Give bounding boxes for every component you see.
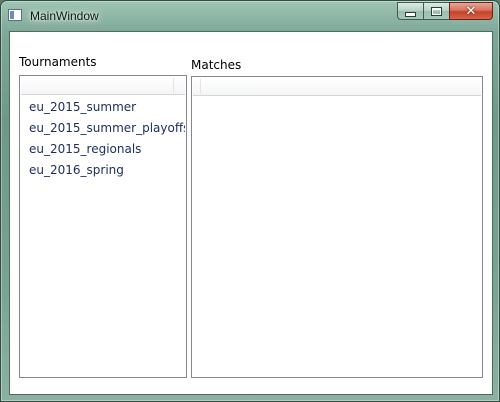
list-item[interactable]: eu_2015_summer: [21, 97, 185, 118]
app-window-icon[interactable]: [8, 9, 22, 21]
minimize-icon: [405, 11, 416, 17]
close-icon: ✕: [465, 3, 477, 19]
minimize-button[interactable]: [397, 2, 423, 20]
list-item[interactable]: eu_2016_spring: [21, 160, 185, 181]
tournaments-items: eu_2015_summer eu_2015_summer_playoffs eu_…: [21, 97, 185, 181]
tournaments-label: Tournaments: [19, 55, 97, 69]
title-bar[interactable]: MainWindow ✕: [1, 1, 499, 31]
maximize-icon: [431, 6, 442, 16]
main-window: MainWindow ✕ Tournaments Matches eu_2015…: [0, 0, 500, 402]
maximize-button[interactable]: [423, 2, 449, 20]
matches-column-header[interactable]: [193, 78, 481, 96]
close-button[interactable]: ✕: [449, 2, 493, 20]
matches-list[interactable]: [191, 76, 483, 378]
column-resize-handle[interactable]: [200, 79, 201, 94]
column-resize-handle[interactable]: [173, 78, 174, 93]
client-area: Tournaments Matches eu_2015_summer eu_201…: [9, 31, 493, 395]
list-item[interactable]: eu_2015_summer_playoffs: [21, 118, 185, 139]
caption-buttons: ✕: [397, 2, 493, 21]
window-title: MainWindow: [30, 9, 99, 23]
list-item[interactable]: eu_2015_regionals: [21, 139, 185, 160]
matches-label: Matches: [191, 58, 242, 72]
tournaments-list[interactable]: eu_2015_summer eu_2015_summer_playoffs eu_…: [19, 75, 187, 378]
tournaments-column-header[interactable]: [21, 77, 185, 95]
